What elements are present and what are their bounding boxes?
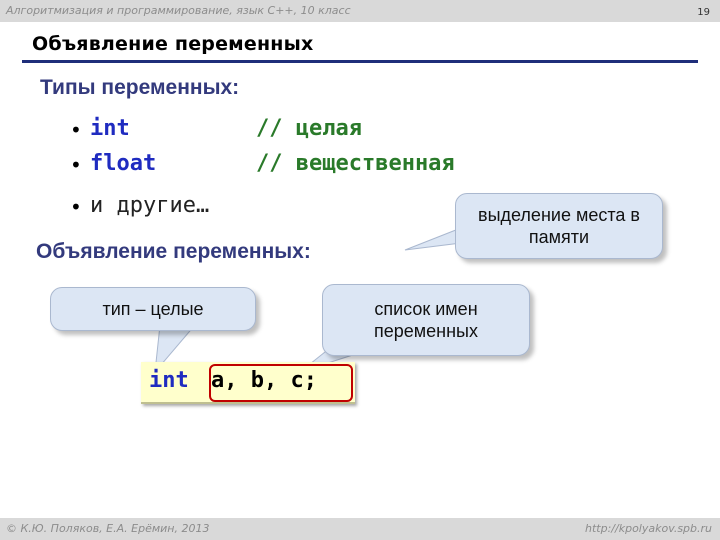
footer-url: http://kpolyakov.spb.ru xyxy=(585,522,712,535)
callout-tails xyxy=(154,225,487,374)
footer-bar: © К.Ю. Поляков, Е.А. Ерёмин, 2013 http:/… xyxy=(0,518,720,540)
type-callout-text: тип – целые xyxy=(102,299,204,319)
names-callout: список имен переменных xyxy=(322,284,530,356)
type-callout: тип – целые xyxy=(50,287,256,331)
memory-callout-text: выделение места в памяти xyxy=(478,205,640,247)
code-keyword: int xyxy=(149,368,189,393)
footer-authors: © К.Ю. Поляков, Е.А. Ерёмин, 2013 xyxy=(6,522,210,535)
variables-highlight-frame xyxy=(209,364,353,402)
names-callout-text: список имен переменных xyxy=(374,299,478,341)
memory-callout: выделение места в памяти xyxy=(455,193,663,259)
